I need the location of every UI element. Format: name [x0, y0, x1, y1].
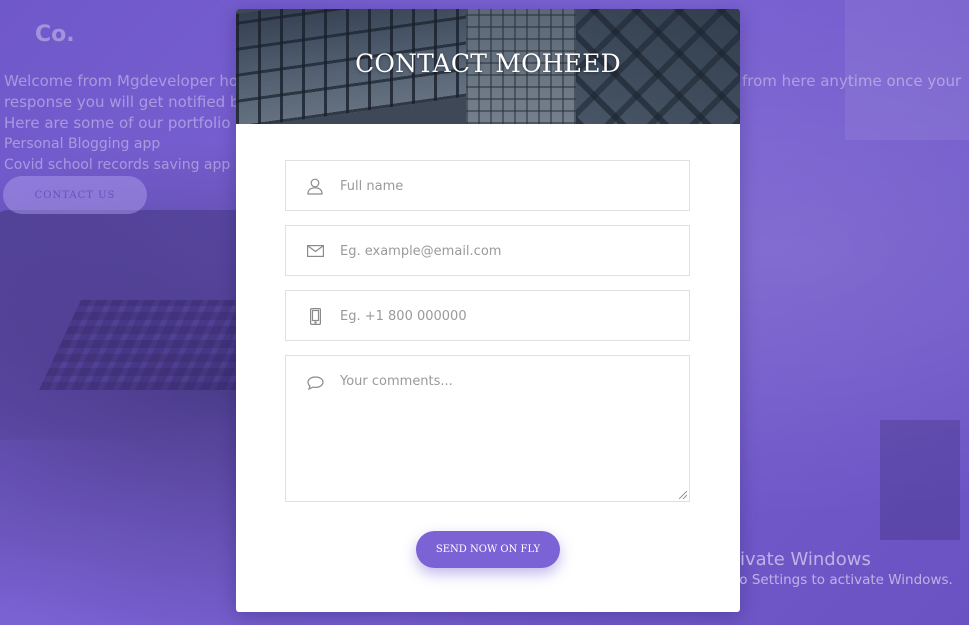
email-field[interactable]	[285, 225, 690, 276]
phone-field[interactable]	[285, 290, 690, 341]
portfolio-item: Covid school records saving app	[4, 157, 231, 173]
modal-header-image: CONTACT MOHEED	[236, 9, 740, 124]
watermark-subtitle: Go to Settings to activate Windows.	[711, 572, 953, 588]
modal-title: CONTACT MOHEED	[355, 49, 621, 78]
comments-input[interactable]	[340, 374, 679, 492]
windows-activation-watermark: Activate Windows Go to Settings to activ…	[711, 549, 953, 588]
welcome-text: Welcome from Mgdeveloper ho	[4, 72, 239, 90]
response-text: response you will get notified by	[4, 93, 249, 111]
comment-icon	[306, 374, 324, 392]
email-input[interactable]	[340, 242, 679, 260]
portfolio-item: Personal Blogging app	[4, 136, 161, 152]
contact-modal: CONTACT MOHEED Full name Eg. example@ema…	[236, 9, 740, 612]
resize-handle[interactable]	[679, 491, 687, 499]
full-name-input[interactable]	[340, 177, 679, 195]
site-logo[interactable]: Co.	[35, 22, 75, 47]
full-name-field[interactable]	[285, 160, 690, 211]
user-icon	[306, 177, 324, 195]
welcome-text-continued: from here anytime once your	[742, 72, 962, 90]
mail-icon	[306, 242, 324, 260]
background-decor	[880, 420, 960, 540]
background-decor	[845, 0, 975, 140]
send-button[interactable]: SEND NOW ON FLY	[416, 531, 560, 568]
contact-us-button[interactable]: CONTACT US	[3, 176, 147, 214]
scrollbar-track[interactable]	[969, 0, 975, 627]
phone-input[interactable]	[340, 307, 679, 325]
comments-field[interactable]	[285, 355, 690, 502]
portfolio-intro-text: Here are some of our portfolio p	[4, 114, 245, 132]
phone-icon	[306, 307, 324, 325]
watermark-title: Activate Windows	[711, 549, 871, 570]
